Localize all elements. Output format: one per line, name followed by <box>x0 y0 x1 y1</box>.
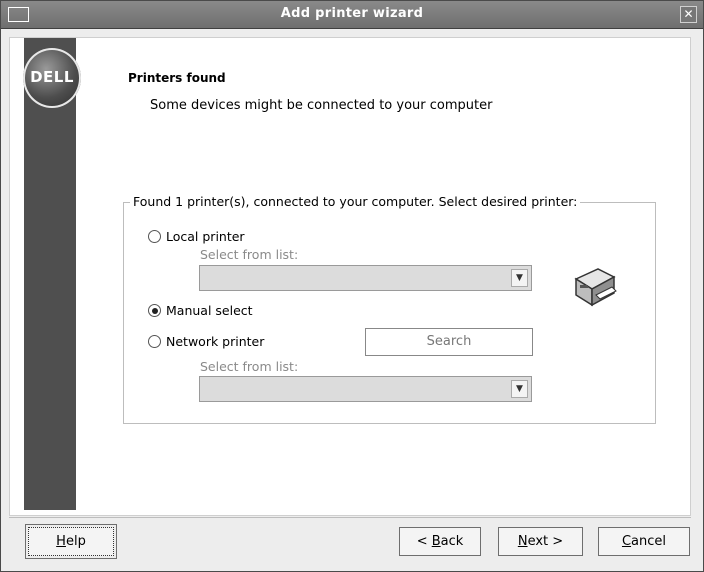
search-button[interactable]: Search <box>365 328 533 356</box>
dell-logo: DELL <box>23 48 81 108</box>
local-printer-option[interactable]: Local printer <box>148 229 245 244</box>
local-printer-combo[interactable]: ▼ <box>199 265 532 291</box>
title-bar[interactable]: Add printer wizard ✕ <box>1 1 703 29</box>
page-subtitle: Some devices might be connected to your … <box>150 98 493 113</box>
wizard-window: Add printer wizard ✕ DELL Printers found… <box>0 0 704 572</box>
local-printer-radio[interactable] <box>148 230 161 243</box>
dell-logo-text: DELL <box>30 68 74 86</box>
close-icon[interactable]: ✕ <box>680 6 697 23</box>
window-title: Add printer wizard <box>280 6 424 21</box>
group-legend: Found 1 printer(s), connected to your co… <box>130 194 581 209</box>
manual-select-label: Manual select <box>166 303 253 318</box>
printer-icon <box>574 268 617 307</box>
network-printer-radio[interactable] <box>148 335 161 348</box>
network-printer-label: Network printer <box>166 334 265 349</box>
side-banner <box>24 38 76 510</box>
local-printer-label: Local printer <box>166 229 245 244</box>
combo-arrow-icon[interactable]: ▼ <box>511 380 528 398</box>
manual-select-radio[interactable] <box>148 304 161 317</box>
back-button[interactable]: < Back <box>399 527 481 556</box>
next-button[interactable]: Next > <box>498 527 583 556</box>
help-button[interactable]: Help <box>25 524 117 559</box>
combo-arrow-icon[interactable]: ▼ <box>511 269 528 287</box>
network-printer-option[interactable]: Network printer <box>148 334 264 349</box>
printer-select-group: Found 1 printer(s), connected to your co… <box>123 194 656 424</box>
network-select-label: Select from list: <box>200 359 299 374</box>
manual-select-option[interactable]: Manual select <box>148 303 253 318</box>
footer-divider <box>9 517 691 518</box>
cancel-button[interactable]: Cancel <box>598 527 690 556</box>
network-printer-combo[interactable]: ▼ <box>199 376 532 402</box>
wizard-content: DELL Printers found Some devices might b… <box>9 37 691 516</box>
local-select-label: Select from list: <box>200 247 299 262</box>
page-title: Printers found <box>128 71 226 85</box>
